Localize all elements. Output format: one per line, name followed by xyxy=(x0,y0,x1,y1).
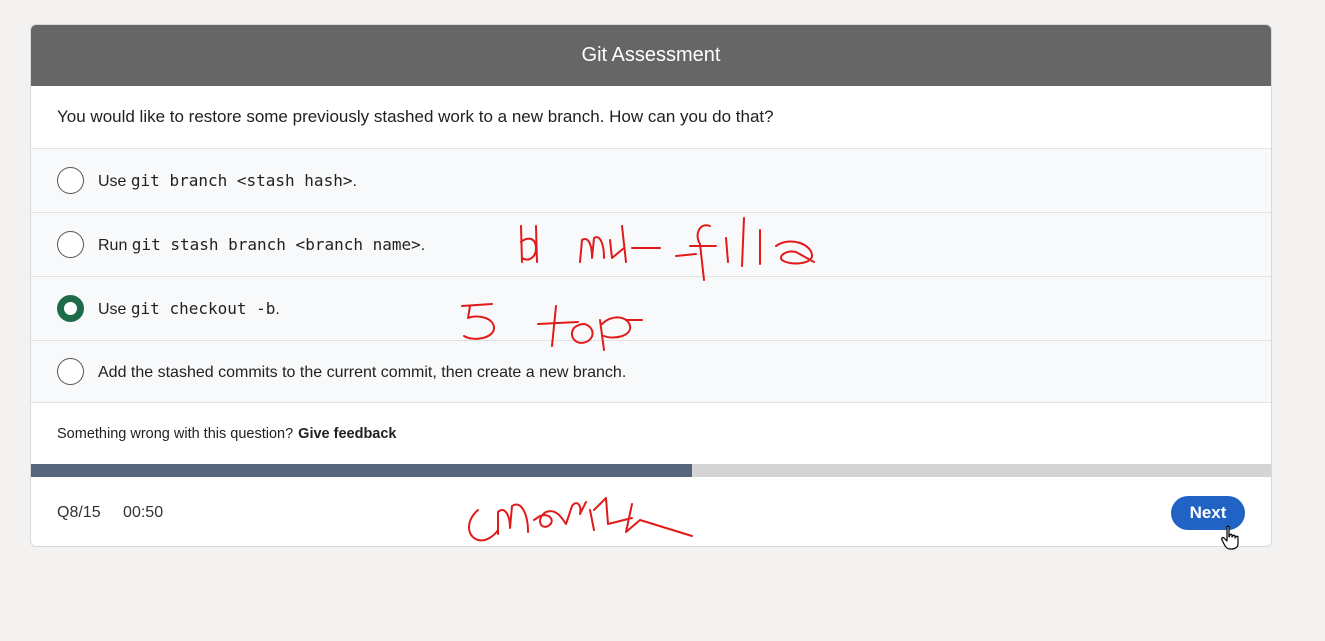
answer-options: Use git branch <stash hash>. Run git sta… xyxy=(31,149,1271,403)
progress-bar xyxy=(31,464,1271,477)
radio-button-selected[interactable] xyxy=(57,295,84,322)
option-label: Use git branch <stash hash>. xyxy=(98,170,357,190)
option-label: Run git stash branch <branch name>. xyxy=(98,234,426,254)
give-feedback-link[interactable]: Give feedback xyxy=(298,426,396,442)
answer-option-3[interactable]: Use git checkout -b. xyxy=(31,277,1271,341)
assessment-header: Git Assessment xyxy=(31,25,1271,86)
footer-status: Q8/15 00:50 xyxy=(57,504,181,522)
answer-option-2[interactable]: Run git stash branch <branch name>. xyxy=(31,213,1271,277)
feedback-row: Something wrong with this question? Give… xyxy=(31,403,1271,464)
progress-bar-fill xyxy=(31,464,692,477)
question-text: You would like to restore some previousl… xyxy=(31,86,1271,149)
question-counter: Q8/15 xyxy=(57,504,101,521)
assessment-card: Git Assessment You would like to restore… xyxy=(30,24,1272,547)
page-title: Git Assessment xyxy=(581,44,721,66)
option-label: Add the stashed commits to the current c… xyxy=(98,363,627,381)
hand-cursor-icon xyxy=(1221,525,1239,550)
timer: 00:50 xyxy=(123,504,164,521)
assessment-footer: Q8/15 00:50 Next xyxy=(31,477,1271,546)
answer-option-1[interactable]: Use git branch <stash hash>. xyxy=(31,149,1271,213)
radio-button[interactable] xyxy=(57,231,84,258)
radio-button[interactable] xyxy=(57,167,84,194)
option-label: Use git checkout -b. xyxy=(98,298,280,318)
radio-button[interactable] xyxy=(57,358,84,385)
feedback-prompt: Something wrong with this question? xyxy=(57,425,294,442)
answer-option-4[interactable]: Add the stashed commits to the current c… xyxy=(31,341,1271,403)
